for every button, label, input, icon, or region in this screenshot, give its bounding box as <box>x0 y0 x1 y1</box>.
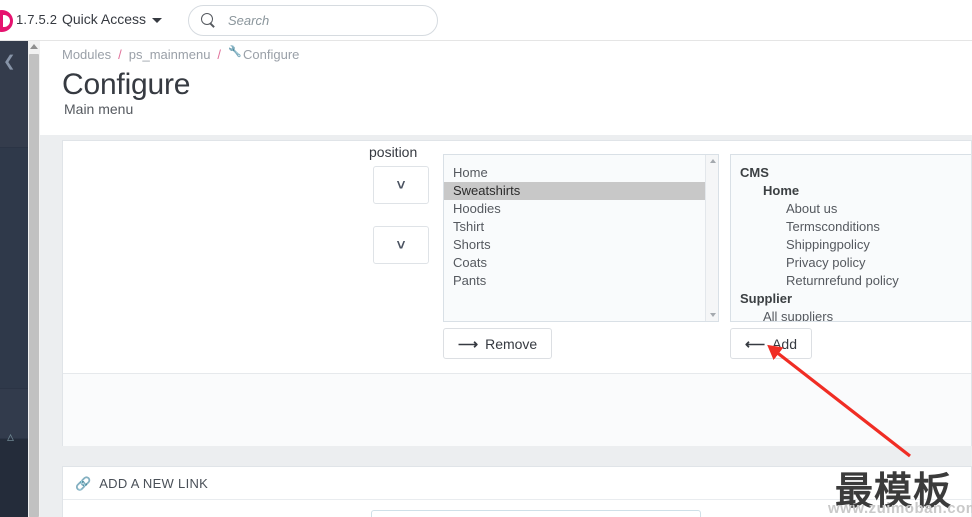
selected-list-scrollbar[interactable] <box>705 155 718 321</box>
arrow-left-icon: ⟵ <box>745 335 766 352</box>
list-item[interactable]: Coats <box>444 254 718 272</box>
list-item[interactable]: Returnrefund policy <box>731 272 971 290</box>
quick-access-dropdown[interactable]: Quick Access <box>62 11 163 27</box>
search-input[interactable] <box>228 13 418 28</box>
selected-list-options[interactable]: Home Sweatshirts Hoodies Tshirt Shorts Coats P… <box>444 155 718 321</box>
selected-menu-listbox[interactable]: Home Sweatshirts Hoodies Tshirt Shorts Coats P… <box>443 154 719 322</box>
breadcrumb-separator: / <box>118 47 122 62</box>
panel-body: position ˅ ˅ Home Sweatshirts Hoodies Tshir… <box>63 141 971 373</box>
chevron-down-icon <box>152 17 163 23</box>
available-list-options[interactable]: CMS Home About us Termsconditions Shippingpo… <box>731 155 971 321</box>
breadcrumb-item-configure: Configure <box>228 47 299 62</box>
list-item[interactable]: About us <box>731 200 971 218</box>
breadcrumb-current-label: Configure <box>243 47 300 62</box>
add-button-label: Add <box>772 335 797 352</box>
chevron-up-icon[interactable]: ▵ <box>7 429 14 443</box>
chevron-down-icon: ˅ <box>396 236 406 254</box>
move-up-button[interactable]: ˅ <box>373 166 429 204</box>
watermark-url: www.zuimoban.com <box>828 500 972 517</box>
list-item[interactable]: Home <box>444 164 718 182</box>
new-link-input[interactable] <box>371 510 701 517</box>
list-item[interactable]: Shorts <box>444 236 718 254</box>
list-item[interactable]: Privacy policy <box>731 254 971 272</box>
remove-button-label: Remove <box>485 335 538 352</box>
top-header-bar: 1.7.5.2 Quick Access <box>0 0 972 41</box>
page-scrollbar-thumb[interactable] <box>29 54 39 517</box>
list-top-pad <box>444 155 718 164</box>
main-sidebar: ❮ ▵ <box>0 41 28 517</box>
sidebar-section-bottom <box>0 439 28 517</box>
breadcrumb: Modules / ps_mainmenu / Configure <box>62 47 299 62</box>
list-item[interactable]: Tshirt <box>444 218 718 236</box>
app-root: 1.7.5.2 Quick Access E ❮ ▵ Modules / ps_… <box>0 0 972 517</box>
list-item[interactable]: Termsconditions <box>731 218 971 236</box>
list-item[interactable]: Pants <box>444 272 718 290</box>
list-item[interactable]: Sweatshirts <box>444 182 718 200</box>
breadcrumb-item-ps-mainmenu[interactable]: ps_mainmenu <box>129 47 211 62</box>
list-item[interactable]: Home <box>731 182 971 200</box>
page-subtitle: Main menu <box>64 101 134 117</box>
wrench-icon <box>228 47 242 60</box>
arrow-right-icon: ⟶ <box>458 335 479 352</box>
available-menu-listbox[interactable]: CMS Home About us Termsconditions Shippingpo… <box>730 154 971 322</box>
scroll-down-arrow-icon[interactable] <box>710 313 716 317</box>
list-item[interactable]: All suppliers <box>731 308 971 321</box>
quick-access-label: Quick Access <box>62 11 147 27</box>
add-button[interactable]: ⟵ Add <box>730 328 812 359</box>
add-new-link-title: ADD A NEW LINK <box>99 475 209 491</box>
scroll-up-arrow-icon[interactable] <box>710 159 716 163</box>
sidebar-section-middle <box>0 148 28 388</box>
list-top-pad <box>731 155 971 164</box>
version-label: 1.7.5.2 <box>16 12 58 27</box>
panel-footer <box>63 373 971 446</box>
search-box[interactable] <box>188 5 438 36</box>
list-item[interactable]: CMS <box>731 164 971 182</box>
breadcrumb-separator: / <box>217 47 222 62</box>
list-item[interactable]: Supplier <box>731 290 971 308</box>
chevron-left-icon[interactable]: ❮ <box>3 54 16 69</box>
position-label: position <box>369 144 418 160</box>
list-item[interactable]: Hoodies <box>444 200 718 218</box>
move-down-button[interactable]: ˅ <box>373 226 429 264</box>
list-item[interactable]: Shippingpolicy <box>731 236 971 254</box>
remove-button[interactable]: ⟶ Remove <box>443 328 553 359</box>
page-title: Configure <box>62 68 191 101</box>
menu-configuration-panel: position ˅ ˅ Home Sweatshirts Hoodies Tshir… <box>62 140 972 446</box>
link-chain-icon: 🔗 <box>75 475 92 491</box>
breadcrumb-item-modules[interactable]: Modules <box>62 47 111 62</box>
page-header: Modules / ps_mainmenu / Configure Config… <box>40 41 972 135</box>
search-icon <box>201 13 216 28</box>
prestashop-logo-icon <box>0 10 13 32</box>
chevron-up-icon: ˅ <box>396 176 406 194</box>
scroll-up-arrow-icon[interactable] <box>30 44 38 49</box>
